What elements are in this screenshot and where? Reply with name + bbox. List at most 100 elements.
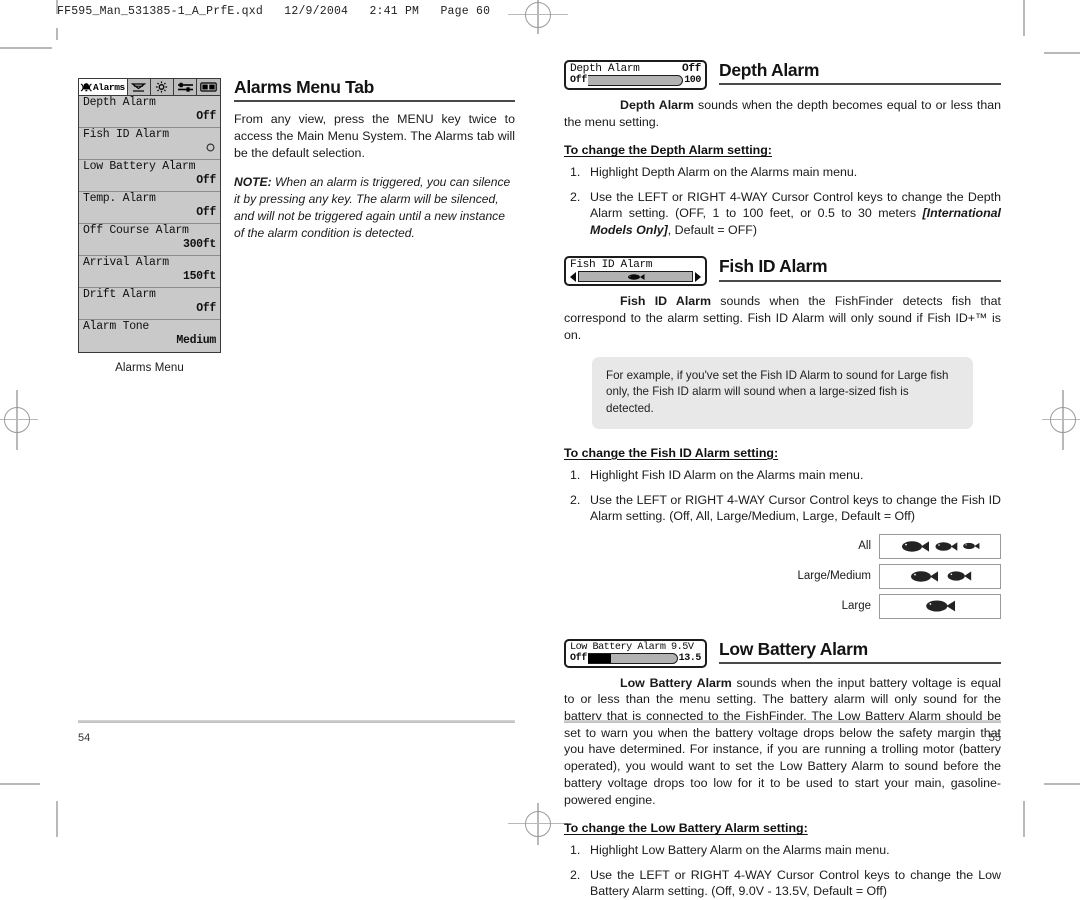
lcd-row-drift-alarm[interactable]: Drift Alarm Off [79,288,220,320]
lcd-tab-alarms-label: Alarms [93,81,125,93]
fish-size-label: All [858,540,871,553]
lcd-row-depth-alarm[interactable]: Depth Alarm Off [79,96,220,128]
depth-alarm-widget[interactable]: Depth Alarm Off Off 100 [564,60,707,90]
lcd-tab-views[interactable] [197,79,220,95]
lcd-row-low-battery-alarm[interactable]: Low Battery Alarm Off [79,160,220,192]
list-item: 1. Highlight Low Battery Alarm on the Ala… [564,842,1001,859]
depth-alarm-bar[interactable] [587,75,684,86]
depth-alarm-howto-heading: To change the Depth Alarm setting: [564,143,772,158]
crop-line-right-horizontal-top [1044,52,1080,54]
fish-id-alarm-steps: 1. Highlight Fish ID Alarm on the Alarms … [564,467,1001,525]
fish-id-alarm-widget[interactable]: Fish ID Alarm [564,256,707,287]
list-item: 2. Use the LEFT or RIGHT 4-WAY Cursor Con… [564,189,1001,239]
lcd-tab-sonar[interactable] [127,79,151,95]
fish-icon [628,273,645,280]
fish-id-alarm-howto-heading: To change the Fish ID Alarm setting: [564,446,779,461]
lcd-row-label: Drift Alarm [83,288,156,301]
low-battery-alarm-lead: Low Battery Alarm [620,675,732,690]
step-text: Highlight Depth Alarm on the Alarms main… [590,165,858,180]
fish-size-legend: All Large/Medium Large [564,533,1001,619]
low-battery-bar-max-label: 13.5 [678,652,702,664]
crop-line-left-vertical [56,28,58,40]
lcd-row-alarm-tone[interactable]: Alarm Tone Medium [79,320,220,352]
crop-line-right-horizontal-bottom [1044,783,1080,785]
crop-line-left-horizontal-bottom [0,783,40,785]
depth-alarm-widget-value: Off [682,63,701,75]
crop-line-left-horizontal-top [0,47,52,49]
title-divider [719,83,1001,86]
alarms-note: NOTE: When an alarm is triggered, you ca… [234,174,515,241]
document-header-stamp: FF595_Man_531385-1_A_PrfE.qxd 12/9/2004 … [57,5,491,18]
low-battery-alarm-howto-heading: To change the Low Battery Alarm setting: [564,821,808,836]
fish-size-label: Large/Medium [797,570,871,583]
lcd-tab-alarms[interactable]: Alarms [79,79,128,95]
low-battery-alarm-description: Low Battery Alarm sounds when the input … [564,675,1001,809]
fish-size-row-all: All [564,533,1001,559]
fish-id-alarm-section-head: Fish ID Alarm Fish ID Alarm [564,256,1001,287]
lcd-row-label: Low Battery Alarm [83,160,196,173]
right-arrow-icon[interactable] [695,271,701,282]
list-item: 2. Use the LEFT or RIGHT 4-WAY Cursor Con… [564,492,1001,525]
page-title-low-battery-alarm: Low Battery Alarm [719,638,868,659]
page-left: Alarms Depth Alarm Off Fish ID Alarm Low… [78,60,515,770]
fish-id-alarm-bar[interactable] [578,271,693,283]
low-battery-alarm-widget-title: Low Battery Alarm 9.5V [570,641,694,653]
brightness-icon [156,81,168,93]
depth-alarm-widget-top: Depth Alarm Off [566,62,705,75]
left-arrow-icon[interactable] [570,271,576,282]
lcd-row-off-course-alarm[interactable]: Off Course Alarm 300ft [79,224,220,256]
setup-sliders-icon [177,82,193,92]
depth-alarm-section-head: Depth Alarm Off Off 100 Depth Alarm [564,60,1001,90]
low-battery-alarm-slider[interactable]: Off 13.5 [566,652,705,666]
crop-line-bottom-left-vertical [56,801,58,837]
fish-size-box [879,533,1001,559]
depth-alarm-slider[interactable]: Off 100 [566,75,705,88]
low-battery-alarm-widget-top: Low Battery Alarm 9.5V [566,641,705,653]
lcd-tab-bar: Alarms [79,79,220,96]
views-icon [200,82,217,92]
step-number: 1. [570,468,581,483]
page-title-alarms-menu-tab: Alarms Menu Tab [234,77,375,97]
lcd-row-fish-id-alarm[interactable]: Fish ID Alarm [79,128,220,160]
lcd-row-value: 300ft [182,237,216,251]
fish-id-alarm-widget-top: Fish ID Alarm [566,258,705,271]
alarms-menu-caption: Alarms Menu [115,362,184,374]
registration-mark-right [1020,390,1080,450]
fish-size-box [879,563,1001,589]
low-battery-bar[interactable] [587,652,678,664]
low-battery-alarm-section-head: Low Battery Alarm 9.5V Off 13.5 Low Batt… [564,638,1001,668]
lcd-tab-brightness[interactable] [150,79,174,95]
lcd-row-value: 150ft [182,269,216,283]
lcd-tab-setup[interactable] [173,79,198,95]
fish-icon-small [963,542,980,550]
fish-size-row-large: Large [564,593,1001,619]
registration-mark-top [505,0,575,40]
fish-circle-icon [206,143,215,152]
step-number: 2. [570,492,581,507]
alarms-menu-tab-section: Alarms Menu Tab From any view, press the… [234,77,515,241]
step-number: 1. [570,165,581,180]
title-divider [234,100,515,103]
lcd-panel: Alarms Depth Alarm Off Fish ID Alarm Low… [78,78,221,353]
lcd-row-label: Fish ID Alarm [83,128,169,141]
fish-size-label: Large [841,600,871,613]
lcd-row-temp-alarm[interactable]: Temp. Alarm Off [79,192,220,224]
depth-alarm-bar-min-label: Off [570,75,587,86]
fish-id-alarm-selector[interactable] [566,271,705,284]
alarms-intro-text: From any view, press the MENU key twice … [234,112,515,160]
lcd-row-value: Off [196,173,216,187]
lcd-row-arrival-alarm[interactable]: Arrival Alarm 150ft [79,256,220,288]
list-item: 1. Highlight Depth Alarm on the Alarms ma… [564,164,1001,181]
title-divider [719,661,1001,664]
fish-size-row-large-medium: Large/Medium [564,563,1001,589]
lcd-row-label: Off Course Alarm [83,224,189,237]
lcd-row-value: Off [196,301,216,315]
low-battery-alarm-widget[interactable]: Low Battery Alarm 9.5V Off 13.5 [564,638,707,668]
page-title-fish-id-alarm: Fish ID Alarm [719,256,828,277]
alarms-menu-screenshot: Alarms Depth Alarm Off Fish ID Alarm Low… [78,78,221,374]
page-number-left: 54 [78,732,91,744]
step-number: 2. [570,867,581,882]
lcd-row-value: Off [196,109,216,123]
depth-alarm-bar-max-label: 100 [684,75,701,86]
note-text: When an alarm is triggered, you can sile… [234,175,511,240]
